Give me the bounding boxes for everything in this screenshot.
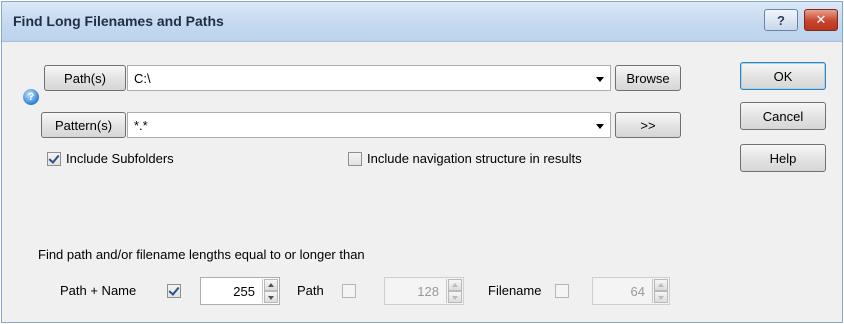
info-icon-glyph: ? <box>27 91 35 103</box>
title-help-button[interactable]: ? <box>764 9 798 31</box>
chevron-down-icon[interactable] <box>596 77 604 82</box>
path-name-label: Path + Name <box>60 283 137 298</box>
chevron-down-icon[interactable] <box>596 124 604 129</box>
dialog-window: Find Long Filenames and Paths ? ✕ Path(s… <box>1 1 843 323</box>
filename-spinner[interactable]: 64 <box>592 277 670 305</box>
path-combobox[interactable]: C:\ <box>127 65 611 91</box>
spinner-up-icon[interactable] <box>448 279 462 291</box>
title-bar: Find Long Filenames and Paths ? ✕ <box>2 2 842 42</box>
spinner-down-icon[interactable] <box>654 291 668 303</box>
spinner-buttons[interactable] <box>446 279 462 303</box>
spinner-down-icon[interactable] <box>264 291 278 303</box>
spinner-up-icon[interactable] <box>264 279 278 291</box>
spinner-buttons[interactable] <box>262 279 278 303</box>
filename-label: Filename <box>488 283 542 298</box>
close-icon: ✕ <box>815 12 827 27</box>
patterns-button[interactable]: Pattern(s) <box>41 112 126 138</box>
browse-button-label: Browse <box>626 70 670 86</box>
help-button[interactable]: Help <box>740 144 826 172</box>
include-subfolders-label: Include Subfolders <box>66 151 174 166</box>
include-subfolders-checkbox[interactable] <box>47 152 61 166</box>
cancel-button-label: Cancel <box>762 108 804 124</box>
paths-button[interactable]: Path(s) <box>44 65 126 91</box>
pattern-combobox[interactable]: *.* <box>127 112 611 138</box>
info-icon[interactable]: ? <box>23 89 39 105</box>
ok-button[interactable]: OK <box>740 62 826 90</box>
browse-button[interactable]: Browse <box>615 65 681 91</box>
path-label: Path <box>297 283 324 298</box>
ok-button-label: OK <box>773 68 793 84</box>
path-name-checkbox[interactable] <box>167 284 181 298</box>
path-name-spinner[interactable]: 255 <box>200 277 280 305</box>
spinner-down-icon[interactable] <box>448 291 462 303</box>
window-title: Find Long Filenames and Paths <box>13 13 224 29</box>
patterns-button-label: Pattern(s) <box>54 117 113 133</box>
more-button-label: >> <box>640 117 656 133</box>
filename-value: 64 <box>630 284 645 299</box>
cancel-button[interactable]: Cancel <box>740 102 826 130</box>
pattern-value: *.* <box>134 118 148 133</box>
paths-button-label: Path(s) <box>64 70 106 86</box>
path-name-value: 255 <box>233 284 255 299</box>
path-checkbox[interactable] <box>342 284 356 298</box>
spinner-up-icon[interactable] <box>654 279 668 291</box>
include-navigation-checkbox[interactable] <box>348 152 362 166</box>
question-icon: ? <box>777 12 785 28</box>
close-button[interactable]: ✕ <box>804 9 838 31</box>
path-value: 128 <box>417 284 439 299</box>
lengths-heading: Find path and/or filename lengths equal … <box>38 247 365 262</box>
filename-checkbox[interactable] <box>555 284 569 298</box>
path-spinner[interactable]: 128 <box>384 277 464 305</box>
include-navigation-label: Include navigation structure in results <box>367 151 582 166</box>
help-button-label: Help <box>769 150 797 166</box>
more-button[interactable]: >> <box>615 112 681 138</box>
spinner-buttons[interactable] <box>652 279 668 303</box>
path-value: C:\ <box>134 71 151 86</box>
